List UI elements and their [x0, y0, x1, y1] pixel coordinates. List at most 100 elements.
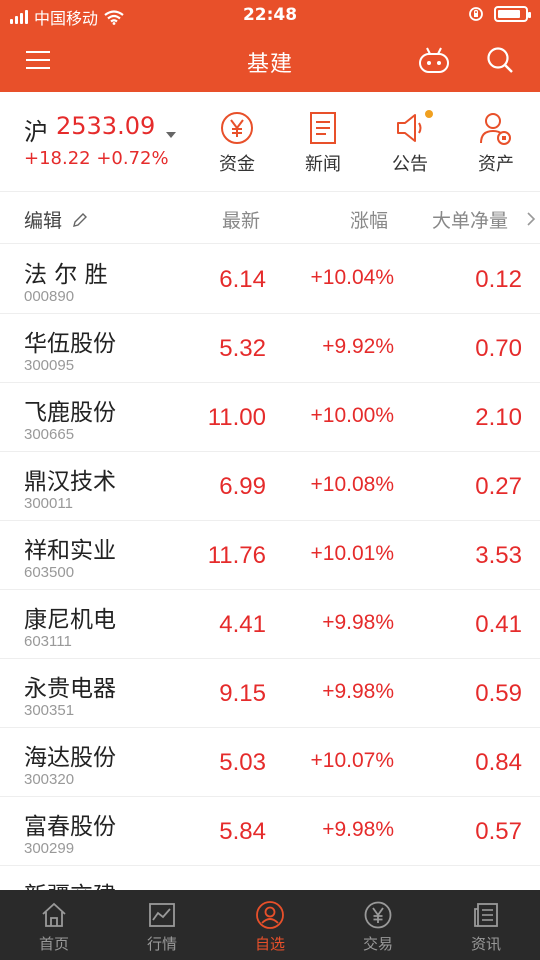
edit-label: 编辑 — [24, 210, 63, 232]
stock-name: 华伍股份 — [24, 331, 116, 357]
stock-name: 祥和实业 — [24, 538, 116, 564]
stock-net-flow: 0.12 — [475, 266, 522, 293]
stock-row[interactable]: 法 尔 胜 000890 6.14 +10.04% 0.12 — [0, 245, 540, 314]
stock-row[interactable]: 鼎汉技术 300011 6.99 +10.08% 0.27 — [0, 452, 540, 521]
shortcut-label: 资金 — [219, 154, 255, 175]
index-value: 2533.09 — [56, 112, 156, 140]
app-header: 中国移动 22:48 基建 — [0, 0, 540, 92]
tab-market[interactable]: 行情 — [108, 890, 216, 960]
stock-row[interactable]: 华伍股份 300095 5.32 +9.92% 0.70 — [0, 314, 540, 383]
news-icon — [471, 900, 501, 930]
stock-net-flow: 0.59 — [475, 680, 522, 707]
stock-name: 鼎汉技术 — [24, 469, 116, 495]
column-change[interactable]: 涨幅 — [350, 206, 388, 233]
dropdown-caret-icon[interactable] — [166, 132, 176, 138]
tab-label: 交易 — [362, 935, 393, 953]
stock-name: 康尼机电 — [24, 607, 116, 633]
stock-change: +9.98% — [322, 818, 394, 841]
stock-row[interactable]: 永贵电器 300351 9.15 +9.98% 0.59 — [0, 659, 540, 728]
tab-news[interactable]: 资讯 — [432, 890, 540, 960]
watchlist-icon — [255, 900, 285, 930]
tab-trade[interactable]: 交易 — [324, 890, 432, 960]
stock-name: 飞鹿股份 — [24, 400, 116, 426]
stock-name: 永贵电器 — [24, 676, 116, 702]
shortcut-label: 资产 — [478, 154, 514, 175]
stock-net-flow: 0.84 — [475, 749, 522, 776]
stock-row[interactable]: 飞鹿股份 300665 11.00 +10.00% 2.10 — [0, 383, 540, 452]
stock-code: 300351 — [24, 702, 75, 719]
shortcut-assets[interactable]: 资产 — [461, 110, 531, 176]
index-change: +18.22 +0.72% — [24, 148, 169, 169]
stock-net-flow: 2.10 — [475, 404, 522, 431]
stock-row[interactable]: 康尼机电 603111 4.41 +9.98% 0.41 — [0, 590, 540, 659]
stock-code: 300011 — [24, 495, 73, 512]
user-asset-icon — [476, 110, 516, 146]
stock-price: 4.41 — [219, 611, 266, 638]
stock-price: 11.00 — [207, 404, 266, 431]
tab-watchlist[interactable]: 自选 — [216, 890, 324, 960]
page-title: 基建 — [246, 52, 293, 77]
stock-net-flow: 0.70 — [475, 335, 522, 362]
stock-code: 603500 — [24, 564, 75, 581]
column-latest[interactable]: 最新 — [222, 206, 260, 233]
speaker-icon — [390, 110, 430, 146]
shortcut-funds[interactable]: 资金 — [202, 110, 272, 176]
search-icon[interactable] — [480, 40, 520, 80]
stock-price: 6.14 — [219, 266, 266, 293]
tab-label: 行情 — [146, 935, 177, 953]
stock-code: 300299 — [24, 840, 75, 857]
stock-net-flow: 0.27 — [475, 473, 522, 500]
stock-change: +10.00% — [310, 404, 395, 427]
stock-price: 5.84 — [219, 818, 266, 845]
chevron-right-icon[interactable] — [526, 212, 536, 226]
stock-change: +9.92% — [322, 335, 394, 358]
stock-code: 603111 — [24, 633, 72, 650]
robot-assistant-icon[interactable] — [414, 40, 454, 80]
trade-yuan-icon — [363, 900, 393, 930]
tab-home[interactable]: 首页 — [0, 890, 108, 960]
index-name: 沪 — [24, 118, 48, 146]
stock-row[interactable]: 祥和实业 603500 11.76 +10.01% 3.53 — [0, 521, 540, 590]
index-summary[interactable]: 沪 2533.09 +18.22 +0.72% 资金 新闻 公告 资产 — [0, 92, 540, 192]
stock-code: 300320 — [24, 771, 75, 788]
stock-change: +10.07% — [310, 749, 395, 772]
stock-net-flow: 0.57 — [475, 818, 522, 845]
stock-name: 富春股份 — [24, 814, 116, 840]
stock-net-flow: 0.41 — [475, 611, 522, 638]
stock-row[interactable]: 富春股份 300299 5.84 +9.98% 0.57 — [0, 797, 540, 866]
edit-button[interactable]: 编辑 — [24, 206, 88, 233]
tab-label: 自选 — [254, 935, 285, 953]
stock-change: +9.98% — [322, 611, 394, 634]
yuan-circle-icon — [217, 110, 257, 146]
stock-price: 5.32 — [219, 335, 266, 362]
column-net-flow[interactable]: 大单净量 — [432, 206, 508, 233]
stock-price: 11.76 — [207, 542, 266, 569]
market-chart-icon — [147, 900, 177, 930]
stock-code: 300095 — [24, 357, 75, 374]
stock-name: 海达股份 — [24, 745, 116, 771]
shortcut-news[interactable]: 新闻 — [288, 110, 358, 176]
battery-icon — [494, 6, 531, 22]
stock-change: +9.98% — [322, 680, 394, 703]
notification-dot — [425, 110, 433, 118]
tab-label: 首页 — [38, 935, 69, 953]
stock-change: +10.04% — [310, 266, 395, 289]
status-right — [468, 6, 531, 22]
stock-net-flow: 3.53 — [475, 542, 522, 569]
stock-row[interactable]: 海达股份 300320 5.03 +10.07% 0.84 — [0, 728, 540, 797]
shortcut-announcements[interactable]: 公告 — [375, 110, 445, 176]
stock-row[interactable]: 新疆交建 — [0, 866, 540, 890]
stock-change: +10.01% — [310, 542, 395, 565]
stock-code: 300665 — [24, 426, 75, 443]
stock-code: 000890 — [24, 288, 75, 305]
orientation-lock-icon — [469, 7, 483, 21]
status-bar: 中国移动 22:48 — [0, 0, 540, 30]
tab-label: 资讯 — [470, 935, 501, 953]
stock-price: 9.15 — [219, 680, 266, 707]
document-icon — [303, 110, 343, 146]
bottom-tab-bar: 首页 行情 自选 交易 资讯 — [0, 890, 540, 960]
home-icon — [39, 900, 69, 930]
shortcut-label: 新闻 — [305, 154, 341, 175]
stock-name: 新疆交建 — [24, 876, 116, 890]
stock-price: 6.99 — [219, 473, 266, 500]
